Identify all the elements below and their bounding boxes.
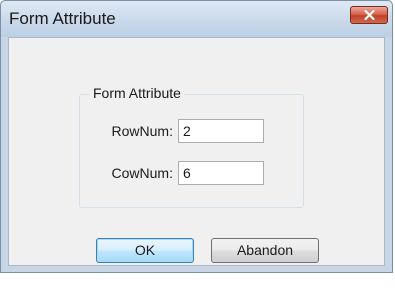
cownum-input[interactable]: 6 <box>178 161 264 185</box>
dialog-client-area: Form Attribute RowNum: 2 CowNum: 6 OK Ab… <box>8 37 385 266</box>
form-attribute-dialog: Form Attribute Form Attribute RowNum: 2 … <box>0 0 393 273</box>
close-button[interactable] <box>350 6 388 24</box>
rownum-input[interactable]: 2 <box>178 119 264 143</box>
close-icon <box>364 10 375 20</box>
window-title: Form Attribute <box>9 9 116 28</box>
title-bar[interactable]: Form Attribute <box>1 1 392 37</box>
ok-button[interactable]: OK <box>96 238 194 263</box>
groupbox-legend: Form Attribute <box>90 85 184 101</box>
rownum-label: RowNum: <box>111 123 173 139</box>
cownum-label: CowNum: <box>111 165 173 181</box>
abandon-button[interactable]: Abandon <box>211 238 319 263</box>
form-attribute-groupbox: Form Attribute RowNum: 2 CowNum: 6 <box>79 85 304 208</box>
